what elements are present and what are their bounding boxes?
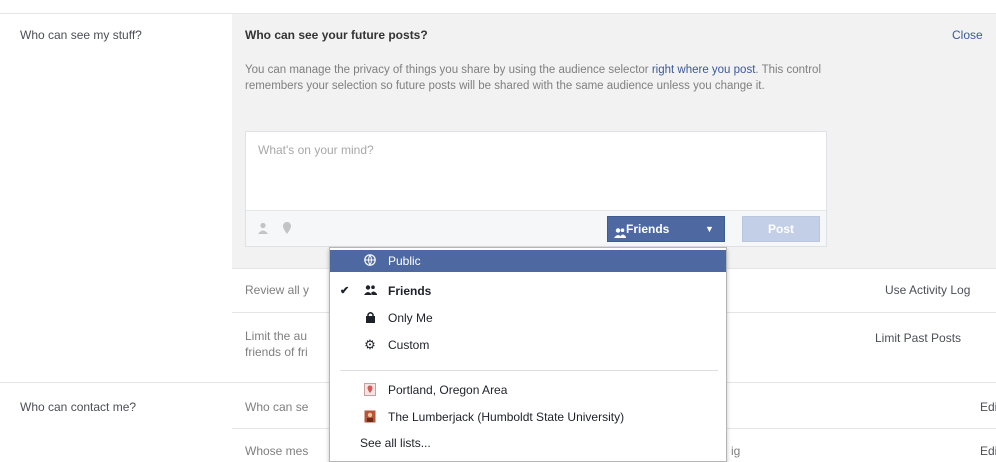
audience-list-portland[interactable]: Portland, Oregon Area (330, 379, 726, 401)
limit-past-posts-link[interactable]: Limit Past Posts (875, 331, 961, 345)
section-label-contact: Who can contact me? (20, 400, 137, 414)
limit-audience-text-line2: friends of fri (245, 345, 308, 359)
description-text: You can manage the privacy of things you… (245, 64, 649, 76)
audience-selector-button[interactable]: Friends ▼ (607, 216, 725, 242)
audience-option-label: Custom (388, 338, 430, 352)
see-all-lists-link[interactable]: See all lists... (330, 432, 726, 454)
checkmark-icon: ✔ (340, 285, 350, 297)
right-where-you-post-link[interactable]: right where you post (652, 64, 756, 76)
edit-link[interactable]: Edit (980, 400, 996, 414)
audience-option-label: Only Me (388, 311, 433, 325)
who-can-send-text: Who can se (245, 400, 309, 414)
future-posts-description: You can manage the privacy of things you… (245, 62, 835, 94)
audience-option-custom[interactable]: ⚙ Custom (330, 334, 726, 356)
menu-separator (340, 370, 718, 371)
whose-messages-tail: ig (731, 444, 741, 458)
close-link[interactable]: Close (952, 28, 983, 42)
tag-friends-icon[interactable] (256, 221, 270, 235)
audience-option-friends[interactable]: ✔ Friends (330, 280, 726, 302)
audience-list-label: Portland, Oregon Area (388, 383, 508, 397)
location-icon (363, 383, 377, 397)
audience-list-label: The Lumberjack (Humboldt State Universit… (388, 410, 625, 424)
use-activity-log-link[interactable]: Use Activity Log (885, 283, 970, 297)
audience-option-label: Public (388, 254, 421, 268)
friends-icon (614, 223, 626, 238)
lock-icon (363, 311, 377, 325)
limit-audience-text: Limit the au (245, 329, 308, 343)
audience-selector-label: Friends (626, 222, 670, 236)
section-label-my-stuff: Who can see my stuff? (20, 28, 142, 42)
group-icon (363, 410, 377, 424)
composer-input[interactable]: What's on your mind? (258, 143, 374, 157)
audience-option-label: Friends (388, 284, 432, 298)
review-posts-text: Review all y (245, 283, 310, 297)
location-pin-icon[interactable] (280, 221, 294, 235)
edit-link[interactable]: Edit (980, 444, 996, 458)
future-posts-title: Who can see your future posts? (245, 28, 428, 42)
whose-messages-text: Whose mes (245, 444, 309, 458)
audience-option-public[interactable]: Public (330, 250, 726, 272)
audience-option-only-me[interactable]: Only Me (330, 307, 726, 329)
status-composer[interactable]: What's on your mind? (245, 131, 827, 247)
globe-icon (363, 254, 377, 268)
post-button[interactable]: Post (742, 216, 820, 242)
friends-icon (363, 284, 377, 298)
audience-list-lumberjack[interactable]: The Lumberjack (Humboldt State Universit… (330, 406, 726, 428)
audience-dropdown-menu: Public ✔ Friends Only Me ⚙ Custom Portla… (329, 247, 727, 462)
see-all-lists-label: See all lists... (360, 436, 431, 450)
composer-toolbar (246, 210, 826, 246)
gear-icon: ⚙ (364, 337, 376, 352)
chevron-down-icon: ▼ (705, 224, 714, 234)
